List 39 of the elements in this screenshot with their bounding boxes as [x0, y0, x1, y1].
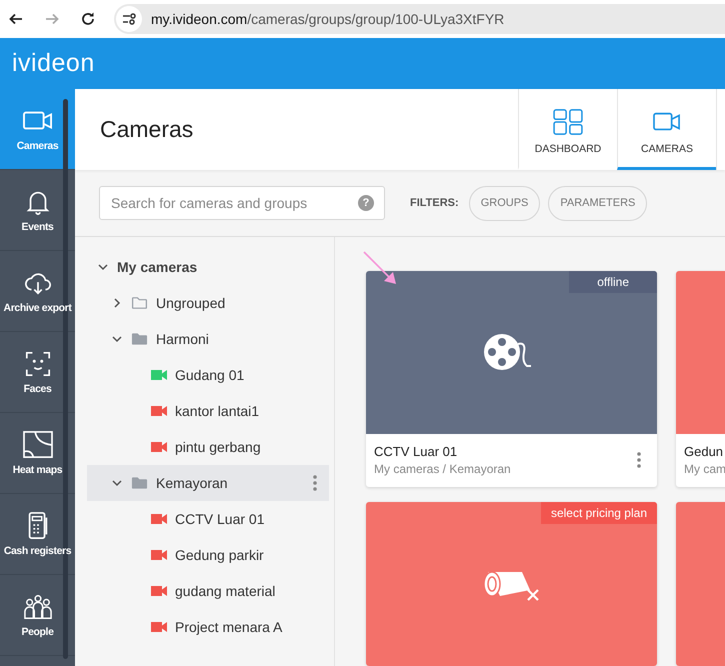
camera-name: Gedun: [684, 444, 724, 460]
arrow-annotation: [363, 251, 397, 285]
status-badge: select pricing plan: [540, 502, 657, 524]
status-badge: offline: [569, 271, 657, 293]
tree-item[interactable]: pintu gerbang: [87, 429, 329, 465]
tree-item[interactable]: gudang material: [87, 573, 329, 609]
tree-item[interactable]: Project menara A: [87, 609, 329, 645]
back-icon[interactable]: [8, 11, 24, 27]
tree-item[interactable]: kantor lantai1: [87, 393, 329, 429]
folder-icon: [131, 332, 148, 346]
filter-chip[interactable]: GROUPS: [468, 186, 540, 220]
folder-icon: [131, 296, 148, 310]
tree-item[interactable]: Kemayoran: [87, 465, 329, 501]
more-icon[interactable]: [637, 452, 641, 468]
site-settings-icon[interactable]: [116, 6, 142, 32]
camera-card[interactable]: offline CCTV Luar 01 My cameras / Kemayoran: [366, 271, 657, 487]
reload-icon[interactable]: [80, 11, 96, 27]
more-icon[interactable]: [313, 475, 317, 491]
people-icon: [22, 592, 54, 620]
page-title: Cameras: [99, 116, 194, 143]
map-icon: [22, 430, 54, 458]
tree-item[interactable]: My cameras: [87, 249, 329, 285]
tree-item[interactable]: CCTV Luar 01: [87, 501, 329, 537]
tree-item[interactable]: Ungrouped: [87, 285, 329, 321]
tree-item[interactable]: Gudang 01: [87, 357, 329, 393]
camera-path: My cameras / Kemayoran: [374, 462, 512, 476]
grid-icon: [553, 109, 583, 135]
address-bar[interactable]: my.ivideon.com/cameras/groups/group/100-ULya3XtFYR: [114, 4, 725, 34]
view-tab[interactable]: CAMERAS: [617, 89, 716, 170]
camera-card[interactable]: Gedun My cam: [676, 271, 725, 487]
tree-item[interactable]: Harmoni: [87, 321, 329, 357]
camera-name: CCTV Luar 01: [374, 444, 458, 460]
view-tab[interactable]: DASHBOARD: [518, 89, 617, 170]
filters-label: FILTERS:: [410, 197, 459, 209]
url-text: my.ivideon.com/cameras/groups/group/100-ULya3XtFYR: [151, 11, 504, 27]
camera-path: My cam: [684, 462, 725, 476]
tree-item[interactable]: Gedung parkir: [87, 537, 329, 573]
folder-icon: [131, 476, 148, 490]
filter-chip[interactable]: PARAMETERS: [548, 186, 648, 220]
